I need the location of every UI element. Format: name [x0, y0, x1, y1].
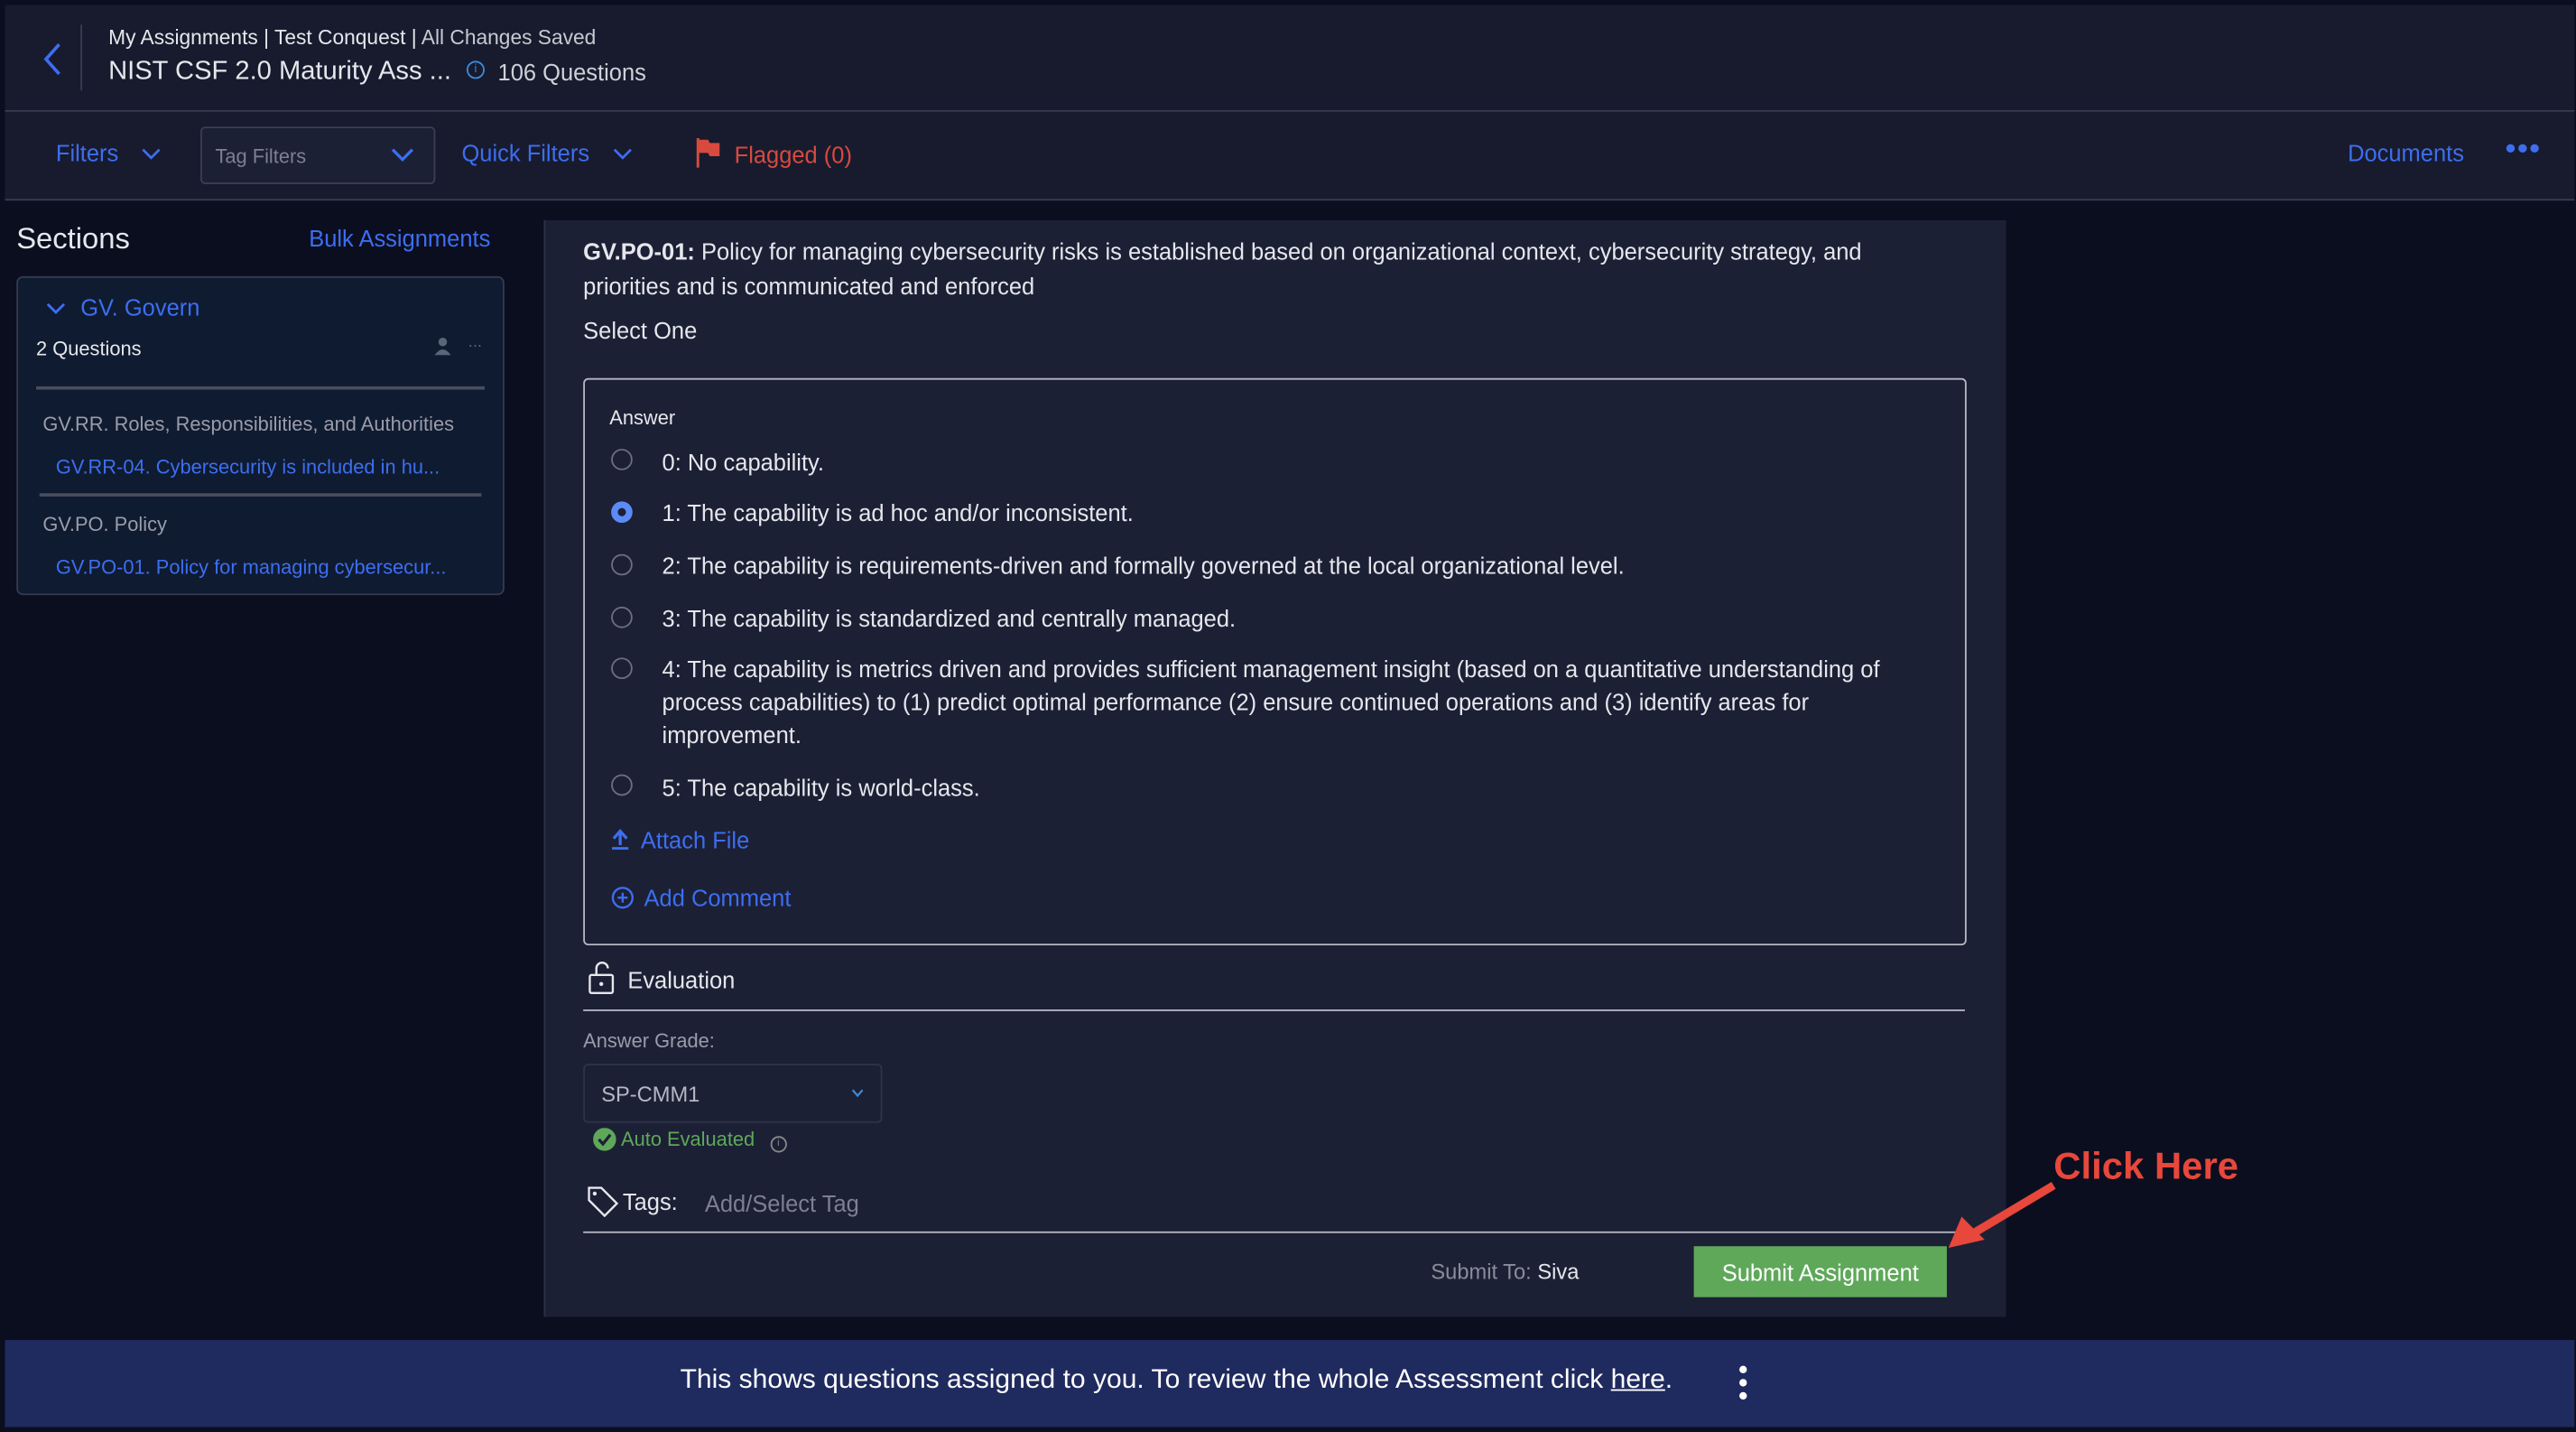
toolbar: Filters Tag Filters Quick Filters Flagge…	[5, 111, 2575, 201]
plus-circle-icon	[611, 887, 634, 909]
back-chevron-icon[interactable]	[42, 42, 64, 78]
option-label[interactable]: 3: The capability is standardized and ce…	[663, 601, 1928, 634]
quick-filters-dropdown[interactable]: Quick Filters	[461, 140, 632, 166]
question-link[interactable]: GV.PO-01. Policy for managing cybersecur…	[56, 555, 447, 578]
tags-input[interactable]: Add/Select Tag	[705, 1190, 859, 1216]
answer-grade-select[interactable]: SP-CMM1	[583, 1064, 883, 1123]
divider	[583, 1231, 1965, 1233]
radio-option-4[interactable]	[611, 657, 633, 680]
documents-link[interactable]: Documents	[2348, 140, 2464, 166]
chevron-down-icon	[142, 148, 161, 160]
section-card: GV. Govern 2 Questions ... GV.RR. Roles,…	[16, 275, 505, 596]
chevron-down-icon	[391, 148, 414, 162]
breadcrumb-test-conquest[interactable]: Test Conquest	[274, 26, 405, 49]
question-link[interactable]: GV.RR-04. Cybersecurity is included in h…	[56, 455, 440, 478]
info-icon[interactable]: i	[466, 60, 485, 79]
answer-label: Answer	[609, 405, 676, 430]
radio-option-1-selected[interactable]	[611, 501, 633, 524]
answer-grade-label: Answer Grade:	[583, 1028, 715, 1053]
filters-dropdown[interactable]: Filters	[56, 140, 162, 166]
click-here-annotation: Click Here	[2053, 1144, 2239, 1187]
option-label[interactable]: 5: The capability is world-class.	[663, 771, 1928, 804]
attach-file-button[interactable]: Attach File	[611, 827, 749, 853]
arrow-annotation-icon	[1948, 1181, 2056, 1249]
unlock-icon	[588, 961, 615, 995]
breadcrumb-my-assignments[interactable]: My Assignments	[108, 26, 258, 49]
radio-option-3[interactable]	[611, 606, 633, 628]
evaluation-title: Evaluation	[627, 966, 736, 993]
submit-to-name: Siva	[1537, 1259, 1580, 1285]
group-name: GV.RR. Roles, Responsibilities, and Auth…	[42, 413, 455, 436]
divider	[36, 386, 485, 390]
flagged-filter[interactable]: Flagged (0)	[695, 137, 852, 168]
info-banner: This shows questions assigned to you. To…	[5, 1340, 2575, 1427]
check-circle-icon	[593, 1128, 616, 1151]
tags-label: Tags:	[622, 1188, 678, 1215]
option-label[interactable]: 1: The capability is ad hoc and/or incon…	[663, 497, 1928, 529]
select-one-label: Select One	[583, 317, 698, 344]
section-question-count: 2 Questions	[36, 337, 142, 360]
option-label[interactable]: 0: No capability.	[663, 445, 1928, 478]
answer-box: Answer 0: No capability. 1: The capabili…	[583, 377, 1967, 946]
info-icon[interactable]: i	[770, 1136, 787, 1153]
breadcrumb: My Assignments | Test Conquest | All Cha…	[108, 26, 597, 50]
option-label[interactable]: 4: The capability is metrics driven and …	[663, 653, 1928, 751]
radio-option-2[interactable]	[611, 553, 633, 576]
submit-assignment-button[interactable]: Submit Assignment	[1693, 1246, 1947, 1297]
question-text: GV.PO-01: Policy for managing cybersecur…	[583, 238, 1862, 300]
auto-evaluated-status: Auto Evaluated i	[593, 1128, 787, 1153]
bulk-assignments-link[interactable]: Bulk Assignments	[309, 225, 490, 251]
sections-title: Sections	[16, 221, 130, 256]
app-window: My Assignments | Test Conquest | All Cha…	[0, 0, 2576, 1432]
section-name[interactable]: GV. Govern	[80, 294, 199, 321]
add-comment-button[interactable]: Add Comment	[611, 885, 791, 911]
question-panel: GV.PO-01: Policy for managing cybersecur…	[543, 220, 2006, 1317]
question-count: 106 Questions	[497, 59, 646, 86]
divider	[583, 1009, 1965, 1011]
tag-icon	[588, 1186, 619, 1218]
section-more-icon[interactable]: ...	[468, 334, 482, 352]
group-name: GV.PO. Policy	[42, 513, 167, 536]
submit-to: Submit To: Siva	[1431, 1259, 1580, 1285]
chevron-down-icon[interactable]	[46, 302, 66, 316]
save-status: All Changes Saved	[421, 26, 597, 50]
radio-option-0[interactable]	[611, 449, 633, 470]
upload-icon	[612, 828, 629, 851]
header-divider	[80, 24, 83, 91]
tag-filters-select[interactable]: Tag Filters	[200, 126, 436, 184]
divider	[39, 493, 482, 497]
chevron-down-icon	[851, 1089, 864, 1098]
more-options-icon[interactable]: •••	[2506, 132, 2542, 166]
radio-option-5[interactable]	[611, 774, 633, 796]
flag-icon	[696, 137, 720, 168]
assessment-title: NIST CSF 2.0 Maturity Ass ...	[108, 57, 451, 86]
option-label[interactable]: 2: The capability is requirements-driven…	[663, 549, 1928, 581]
review-assessment-link[interactable]: here	[1611, 1364, 1665, 1394]
banner-text: This shows questions assigned to you. To…	[680, 1364, 1673, 1395]
header: My Assignments | Test Conquest | All Cha…	[5, 5, 2575, 112]
chevron-down-icon	[613, 148, 632, 160]
user-icon[interactable]	[434, 337, 452, 356]
kebab-menu-icon[interactable]	[1738, 1364, 1748, 1400]
